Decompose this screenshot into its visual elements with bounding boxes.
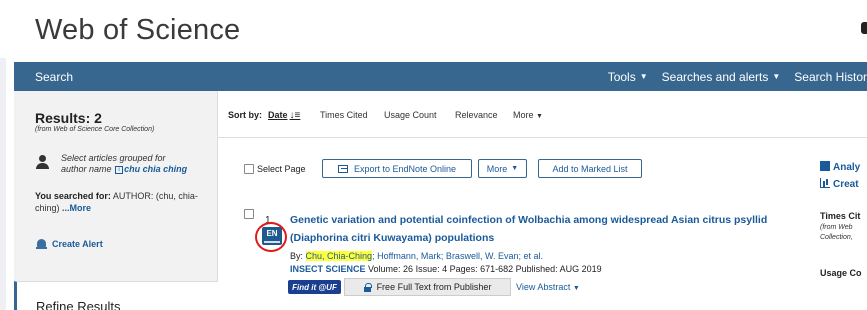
author-id-icon: i xyxy=(115,165,124,174)
sort-more-dropdown[interactable]: More ▼ xyxy=(513,110,543,120)
annotation-circle xyxy=(255,222,287,252)
source-details: Volume: 26 Issue: 4 Pages: 671-682 Publi… xyxy=(368,264,602,274)
caret-down-icon: ▼ xyxy=(639,72,648,81)
results-source: (from Web of Science Core Collection) xyxy=(35,126,155,133)
sort-bar: Sort by: Date ↓≡ Times Cited Usage Count … xyxy=(218,91,867,138)
searched-more-link[interactable]: ...More xyxy=(62,203,91,213)
sort-descending-icon: ↓≡ xyxy=(289,110,301,121)
searched-for: You searched for: AUTHOR: (chu, chia-chi… xyxy=(35,190,215,214)
result-checkbox[interactable] xyxy=(244,209,254,219)
nav-tools-label: Tools xyxy=(607,69,636,84)
findit-uf-button[interactable]: Find it @UF xyxy=(288,280,341,294)
bell-icon xyxy=(36,239,47,250)
result-title-link[interactable]: Genetic variation and potential coinfect… xyxy=(290,211,790,247)
person-icon xyxy=(36,155,49,169)
author-highlight-link[interactable]: Chu, Chia-Ching xyxy=(305,251,373,261)
full-text-label: Free Full Text from Publisher xyxy=(376,282,492,292)
full-text-button[interactable]: Free Full Text from Publisher xyxy=(344,278,511,296)
author-group-line: Select articles grouped for xyxy=(61,153,166,163)
usage-count-label: Usage Co xyxy=(820,268,862,278)
more-export-dropdown[interactable]: More ▼ xyxy=(478,159,527,178)
times-cited-source: (from Web Collection, xyxy=(820,224,853,241)
right-panel: Analy Creat Times Cit (from Web Collectio… xyxy=(815,91,867,310)
caret-down-icon: ▼ xyxy=(572,285,580,292)
searched-prefix: You searched for: xyxy=(35,191,111,201)
export-icon xyxy=(337,164,348,173)
export-endnote-button[interactable]: Export to EndNote Online xyxy=(322,159,472,178)
app-header: Web of Science xyxy=(0,0,867,58)
journal-link[interactable]: INSECT SCIENCE xyxy=(290,264,366,274)
nav-searches-alerts-label: Searches and alerts xyxy=(661,69,769,84)
select-page-label: Select Page xyxy=(257,164,306,174)
results-sidebar: Results: 2 (from Web of Science Core Col… xyxy=(14,91,218,310)
authors-prefix: By: xyxy=(290,251,304,261)
nav-search-history-link[interactable]: Search Histor xyxy=(794,70,867,84)
open-access-icon xyxy=(363,282,372,292)
sort-usage-count-option[interactable]: Usage Count xyxy=(384,110,437,120)
citation-report-link[interactable]: Creat xyxy=(820,178,859,190)
sort-relevance-option[interactable]: Relevance xyxy=(455,110,498,120)
sort-times-cited-option[interactable]: Times Cited xyxy=(320,110,368,120)
nav-searches-alerts-menu[interactable]: Searches and alerts ▼ xyxy=(662,70,781,84)
results-main: Sort by: Date ↓≡ Times Cited Usage Count … xyxy=(218,91,867,310)
author-group-prefix: author name xyxy=(61,164,112,174)
caret-down-icon: ▼ xyxy=(772,72,781,81)
author-group-text: Select articles grouped for author name … xyxy=(61,153,211,175)
more-export-label: More xyxy=(486,163,508,174)
analyze-grid-icon xyxy=(820,161,830,171)
nav-search-link[interactable]: Search xyxy=(35,70,73,84)
select-page-checkbox[interactable] xyxy=(244,164,254,174)
create-alert-link[interactable]: Create Alert xyxy=(52,239,103,249)
sort-date-option[interactable]: Date ↓≡ xyxy=(268,110,300,121)
analyze-results-link[interactable]: Analy xyxy=(820,161,860,173)
caret-down-icon: ▼ xyxy=(511,165,519,172)
results-count: Results: 2 xyxy=(35,110,102,126)
result-source: INSECT SCIENCE Volume: 26 Issue: 4 Pages… xyxy=(290,264,602,274)
main-navbar: Search Tools ▼ Searches and alerts ▼ Searc… xyxy=(14,62,867,91)
result-authors: By: Chu, Chia-Ching; Hoffmann, Mark; Bra… xyxy=(290,251,543,261)
user-menu-icon[interactable] xyxy=(861,22,867,34)
times-cited-label: Times Cit xyxy=(820,211,861,221)
add-marked-list-button[interactable]: Add to Marked List xyxy=(538,159,642,178)
author-group-link[interactable]: chu chia ching xyxy=(124,164,187,174)
caret-down-icon: ▼ xyxy=(536,113,543,120)
sort-by-label: Sort by: xyxy=(228,110,263,120)
nav-tools-menu[interactable]: Tools ▼ xyxy=(608,70,648,84)
app-title: Web of Science xyxy=(35,14,241,46)
bar-chart-icon xyxy=(820,178,830,188)
nav-right-menu: Tools ▼ Searches and alerts ▼ Search Histo… xyxy=(594,62,867,91)
view-abstract-toggle[interactable]: View Abstract ▼ xyxy=(516,282,580,292)
author-other-links[interactable]: ; Hoffmann, Mark; Braswell, W. Evan; et … xyxy=(372,251,543,261)
export-endnote-label: Export to EndNote Online xyxy=(353,163,457,174)
refine-results-heading[interactable]: Refine Results xyxy=(36,299,121,310)
